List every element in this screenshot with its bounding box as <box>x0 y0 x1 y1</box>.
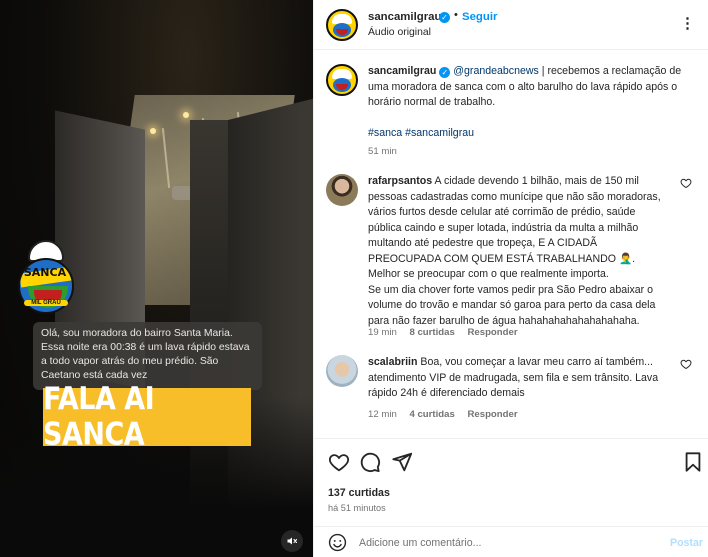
follow-button[interactable]: Seguir <box>462 11 497 23</box>
share-paper-plane-icon[interactable] <box>391 451 413 473</box>
mention-link[interactable]: @grandeabcnews <box>453 65 539 77</box>
verified-badge-icon: ✓ <box>439 12 450 23</box>
comment-time: 12 min <box>368 409 397 420</box>
post-timestamp: há 51 minutos <box>328 503 386 513</box>
commenter-avatar[interactable] <box>326 355 358 387</box>
separator-dot: • <box>454 9 458 21</box>
verified-badge-icon: ✓ <box>439 67 451 78</box>
post-actions: 137 curtidas há 51 minutos <box>314 438 708 526</box>
comment-meta: 12 min 4 curtidas Responder <box>368 409 528 420</box>
comment-input[interactable] <box>359 533 649 552</box>
post-comment-button[interactable]: Postar <box>670 537 703 549</box>
comment-username[interactable]: rafarpsantos <box>368 175 432 187</box>
fala-ai-sanca-banner: FALA AI SANCA <box>43 381 251 453</box>
comments-list[interactable]: sancamilgrau ✓ @grandeabcnews | recebemos… <box>314 51 708 438</box>
comment-text: A cidade devendo 1 bilhão, mais de 150 m… <box>368 175 661 280</box>
comment-item: scalabriin Boa, vou começar a lavar meu … <box>326 355 696 425</box>
caption-meta: 51 min <box>368 146 407 157</box>
caption-username[interactable]: sancamilgrau <box>368 65 436 77</box>
save-bookmark-icon[interactable] <box>682 451 704 473</box>
comment-likes[interactable]: 4 curtidas <box>409 409 454 420</box>
comment-meta: 19 min 8 curtidas Responder <box>368 327 528 338</box>
comment-likes[interactable]: 8 curtidas <box>409 327 454 338</box>
comment-bubble-icon[interactable] <box>359 451 381 473</box>
comment-item: rafarpsantos A cidade devendo 1 bilhão, … <box>326 174 696 344</box>
reply-button[interactable]: Responder <box>467 327 517 338</box>
like-heart-icon[interactable] <box>328 451 350 473</box>
reply-button[interactable]: Responder <box>467 409 517 420</box>
likes-count[interactable]: 137 curtidas <box>328 487 390 499</box>
commenter-avatar[interactable] <box>326 174 358 206</box>
author-avatar[interactable] <box>326 9 358 41</box>
caption-author-avatar[interactable] <box>326 64 358 96</box>
street-light <box>183 112 189 118</box>
like-comment-heart-icon[interactable] <box>680 358 692 370</box>
post-caption: sancamilgrau ✓ @grandeabcnews | recebemos… <box>326 64 696 164</box>
sanca-mil-grau-sticker-logo: SANCA MIL GRAU <box>12 240 78 320</box>
banner-text: FALA AI SANCA <box>43 381 155 453</box>
author-username[interactable]: sancamilgrau <box>368 11 441 23</box>
more-options-icon[interactable]: ⋮ <box>680 14 696 32</box>
sticker-brand-text: SANCA <box>23 266 67 279</box>
sticker-brand-subtext: MIL GRAU <box>24 300 68 306</box>
comment-time: 19 min <box>368 327 397 338</box>
video-caption: Olá, sou moradora do bairro Santa Maria.… <box>33 322 262 390</box>
comment-username[interactable]: scalabriin <box>368 356 417 368</box>
caption-time: 51 min <box>368 146 397 157</box>
comment-text-continued: Se um dia chover forte vamos pedir pra S… <box>368 283 656 327</box>
post-media[interactable]: SANCA MIL GRAU Olá, sou moradora do bair… <box>0 0 313 557</box>
emoji-icon[interactable] <box>328 533 347 552</box>
like-comment-heart-icon[interactable] <box>680 177 692 189</box>
speaker-muted-icon <box>287 537 298 545</box>
street-light <box>150 128 156 134</box>
post-side-panel: sancamilgrau ✓ • Seguir Áudio original ⋮… <box>313 0 708 557</box>
post-header: sancamilgrau ✓ • Seguir Áudio original ⋮ <box>314 0 708 50</box>
hashtags[interactable]: #sanca #sancamilgrau <box>368 126 698 142</box>
add-comment-bar: Postar <box>314 526 708 557</box>
audio-label[interactable]: Áudio original <box>368 27 431 38</box>
mute-button[interactable] <box>281 530 303 552</box>
